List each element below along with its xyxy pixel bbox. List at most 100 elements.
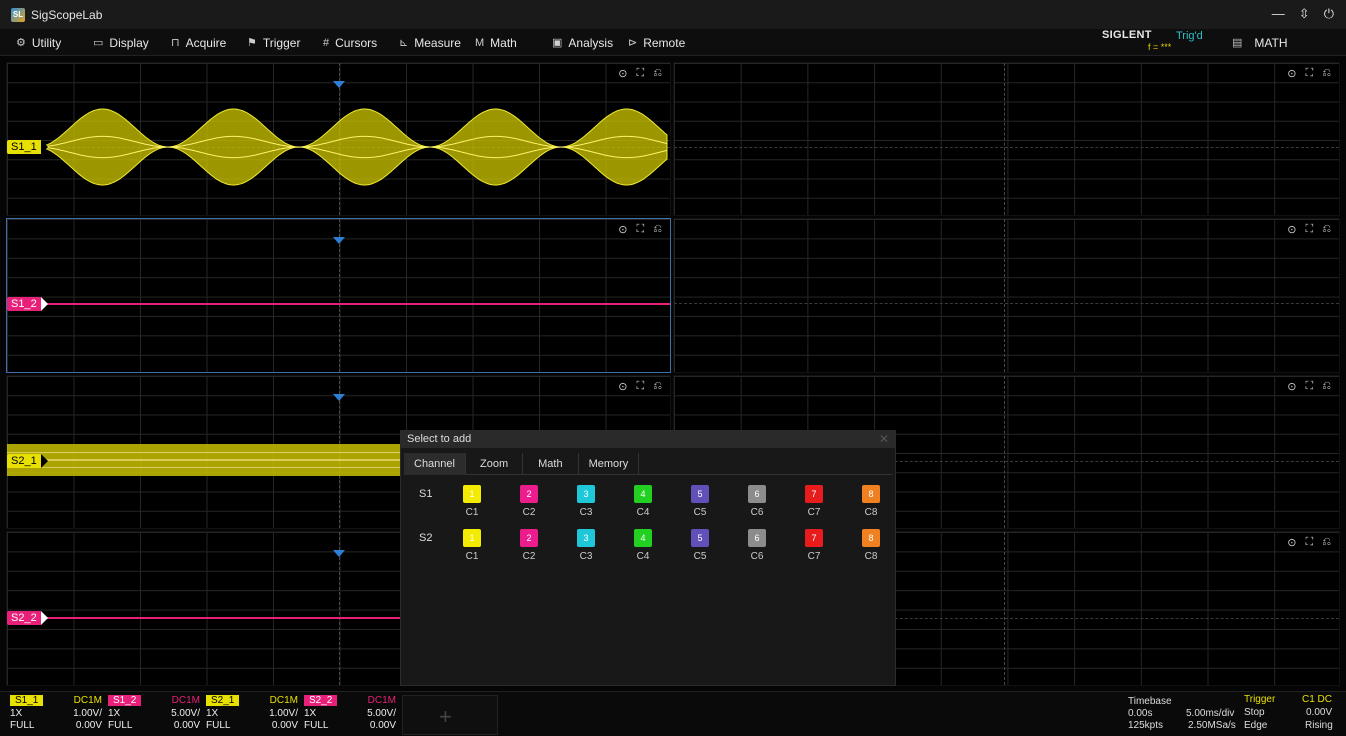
undock-icon[interactable]: ⎌ (1322, 223, 1331, 236)
channel-label-s1-2[interactable]: S1_2 (7, 297, 48, 311)
brand-area: SIGLENT Trig'd f = *** (1094, 29, 1214, 56)
channel-info-s2-1[interactable]: S2_1 DC1M 1X 1.00V/ FULL 0.00V (204, 695, 300, 735)
title-bar: SL SigScopeLab — ⇳ ⏻ (0, 0, 1346, 29)
probe: 1X (206, 708, 219, 719)
fullscreen-icon[interactable]: ⛶ (1305, 536, 1313, 549)
waveform-panel-s1-1[interactable]: ⊙ ⛶ ⎌ S1_1 (6, 62, 671, 216)
bandwidth: FULL (304, 720, 329, 731)
menu-acquire[interactable]: ⊓ Acquire (171, 29, 226, 56)
acquire-icon: ⊓ (171, 37, 180, 49)
channel-chip-s2-c2[interactable]: 2 (520, 529, 538, 547)
fullscreen-icon[interactable]: ⛶ (1305, 380, 1313, 393)
channel-chip-s1-c8[interactable]: 8 (862, 485, 880, 503)
menu-cursors[interactable]: # Cursors (323, 29, 377, 56)
menu-measure[interactable]: ⊾ Measure (399, 29, 461, 56)
waveform-panel-s1-2[interactable]: ⊙ ⛶ ⎌ S1_2 (6, 218, 671, 373)
panel-tools: ⊙ ⛶ ⎌ (1287, 380, 1331, 393)
menu-analysis[interactable]: ▣ Analysis (552, 29, 613, 56)
tab-zoom[interactable]: Zoom (466, 453, 524, 475)
snapshot-icon[interactable]: ⊙ (1287, 536, 1296, 549)
channel-chip-s1-c1[interactable]: 1 (463, 485, 481, 503)
close-icon[interactable]: ✕ (879, 431, 889, 448)
channel-label-s2-2[interactable]: S2_2 (7, 611, 48, 625)
menu-label: Utility (31, 35, 62, 50)
channel-label-s2-1[interactable]: S2_1 (7, 454, 48, 468)
fullscreen-icon[interactable]: ⛶ (1305, 67, 1313, 80)
snapshot-icon[interactable]: ⊙ (618, 380, 627, 393)
channel-chip-s2-c5[interactable]: 5 (691, 529, 709, 547)
tab-math[interactable]: Math (523, 453, 579, 475)
channel-chip-s1-c2[interactable]: 2 (520, 485, 538, 503)
fullscreen-icon[interactable]: ⛶ (636, 223, 644, 236)
channel-info-s1-1[interactable]: S1_1 DC1M 1X 1.00V/ FULL 0.00V (8, 695, 104, 735)
channel-label-s1-1[interactable]: S1_1 (7, 140, 48, 154)
menu-remote[interactable]: ⊳ Remote (628, 29, 685, 56)
menu-display[interactable]: ▭ Display (93, 29, 149, 56)
fullscreen-icon[interactable]: ⛶ (1305, 223, 1313, 236)
snapshot-icon[interactable]: ⊙ (1287, 67, 1296, 80)
trigger-mode: Stop (1244, 707, 1265, 718)
channel-chip-label: C5 (693, 551, 707, 562)
sample-rate: 2.50MSa/s (1188, 720, 1236, 731)
tab-channel[interactable]: Channel (404, 453, 466, 475)
analysis-icon: ▣ (552, 37, 563, 49)
coupling: DC1M (269, 695, 298, 706)
undock-icon[interactable]: ⎌ (1322, 67, 1331, 80)
channel-chip-s2-c3[interactable]: 3 (577, 529, 595, 547)
dialog-header: Select to add ✕ (401, 431, 895, 448)
channel-chip-s1-c7[interactable]: 7 (805, 485, 823, 503)
fullscreen-icon[interactable]: ⛶ (636, 380, 644, 393)
panel-tools: ⊙ ⛶ ⎌ (618, 223, 662, 236)
trigger-position-marker[interactable] (333, 550, 345, 557)
snapshot-icon[interactable]: ⊙ (1287, 380, 1296, 393)
channel-chip-label: C4 (636, 551, 650, 562)
trigger-position-marker[interactable] (333, 394, 345, 401)
channel-tag: S1_1 (10, 695, 44, 706)
trigger-position-marker[interactable] (333, 237, 345, 244)
menu-label: Measure (414, 35, 461, 50)
waveform-s2-1 (7, 444, 407, 476)
channel-chip-s1-c5[interactable]: 5 (691, 485, 709, 503)
channel-chip-s2-c1[interactable]: 1 (463, 529, 481, 547)
math-icon: M (475, 36, 485, 49)
channel-chip-s1-c4[interactable]: 4 (634, 485, 652, 503)
undock-icon[interactable]: ⎌ (1322, 380, 1331, 393)
cursors-icon: # (323, 36, 330, 49)
restore-icon[interactable]: ⇳ (1299, 6, 1310, 22)
trigger-type: Edge (1244, 720, 1268, 731)
channel-chip-s2-c6[interactable]: 6 (748, 529, 766, 547)
menu-label: Acquire (185, 35, 227, 50)
channel-chip-s2-c4[interactable]: 4 (634, 529, 652, 547)
menu-trigger[interactable]: ⚑ Trigger (247, 29, 300, 56)
coupling: DC1M (367, 695, 396, 706)
channel-chip-s2-c8[interactable]: 8 (862, 529, 880, 547)
snapshot-icon[interactable]: ⊙ (1287, 223, 1296, 236)
add-channel-button[interactable]: + (402, 695, 498, 735)
channel-chip-s1-c6[interactable]: 6 (748, 485, 766, 503)
probe: 1X (10, 708, 23, 719)
trigger-flag-icon: ⚑ (247, 37, 257, 49)
menu-math[interactable]: M Math (475, 29, 517, 56)
undock-icon[interactable]: ⎌ (1322, 536, 1331, 549)
center-line (674, 303, 1339, 304)
menu-label: Display (109, 35, 149, 50)
app-title: SigScopeLab (31, 7, 103, 22)
minimize-icon[interactable]: — (1272, 6, 1285, 22)
channel-chip-s2-c7[interactable]: 7 (805, 529, 823, 547)
menu-utility[interactable]: ⚙ Utility (16, 29, 61, 56)
snapshot-icon[interactable]: ⊙ (618, 223, 627, 236)
power-icon[interactable]: ⏻ (1324, 6, 1334, 22)
channel-chip-label: C5 (693, 507, 707, 518)
undock-icon[interactable]: ⎌ (653, 223, 662, 236)
empty-panel-1[interactable]: ⊙ ⛶ ⎌ (673, 62, 1340, 216)
display-icon: ▭ (93, 37, 104, 49)
timebase-title: Timebase (1128, 696, 1172, 707)
undock-icon[interactable]: ⎌ (653, 380, 662, 393)
channel-chip-s1-c3[interactable]: 3 (577, 485, 595, 503)
channel-info-s1-2[interactable]: S1_2 DC1M 1X 5.00V/ FULL 0.00V (106, 695, 202, 735)
empty-panel-2[interactable]: ⊙ ⛶ ⎌ (673, 218, 1340, 373)
channel-info-s2-2[interactable]: S2_2 DC1M 1X 5.00V/ FULL 0.00V (302, 695, 398, 735)
row-label-s1: S1 (419, 488, 433, 500)
math-button[interactable]: ▤ MATH (1232, 29, 1288, 56)
tab-memory[interactable]: Memory (579, 453, 640, 475)
